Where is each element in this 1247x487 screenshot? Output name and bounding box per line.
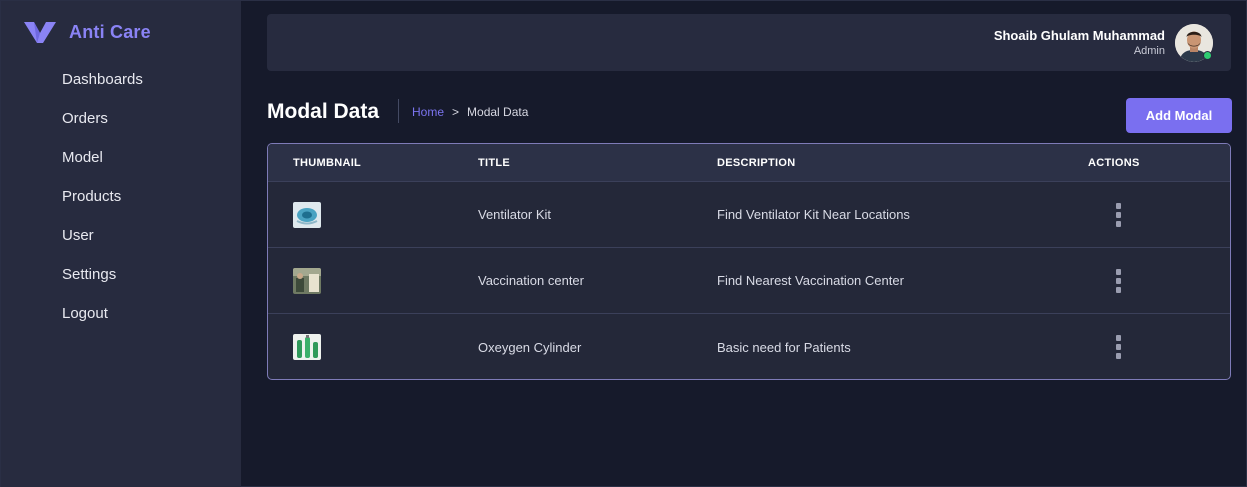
brand-logo-icon [24, 22, 56, 43]
table-header: THUMBNAIL TITLE DESCRIPTION ACTIONS [268, 144, 1230, 182]
column-header-description: DESCRIPTION [717, 156, 796, 169]
row-title: Oxeygen Cylinder [478, 339, 582, 355]
sidebar-item-products[interactable]: Products [62, 182, 143, 221]
sidebar-item-logout[interactable]: Logout [62, 299, 143, 338]
row-description: Basic need for Patients [717, 339, 851, 355]
user-role: Admin [1133, 45, 1165, 57]
ventilator-kit-thumbnail-icon [293, 201, 321, 228]
online-status-icon [1203, 51, 1212, 60]
sidebar-nav: Dashboards Orders Model Products User Se… [62, 65, 143, 338]
table-row[interactable]: Ventilator Kit Find Ventilator Kit Near … [268, 182, 1230, 248]
add-modal-button[interactable]: Add Modal [1126, 98, 1232, 133]
column-header-thumbnail: THUMBNAIL [293, 156, 362, 169]
column-header-title: TITLE [478, 156, 511, 169]
table-row[interactable]: Vaccination center Find Nearest Vaccinat… [268, 248, 1230, 314]
sidebar-item-model[interactable]: Model [62, 143, 143, 182]
kebab-menu-icon[interactable] [1114, 202, 1122, 227]
column-header-actions: ACTIONS [1088, 156, 1140, 169]
page-title: Modal Data [267, 100, 380, 123]
sidebar-item-settings[interactable]: Settings [62, 260, 143, 299]
kebab-menu-icon[interactable] [1114, 268, 1122, 293]
brand[interactable]: Anti Care [23, 17, 151, 47]
table-row[interactable]: Oxeygen Cylinder Basic need for Patients [268, 314, 1230, 379]
row-description: Find Nearest Vaccination Center [717, 273, 904, 288]
row-thumbnail[interactable] [293, 334, 321, 360]
breadcrumb-home-link[interactable]: Home [412, 104, 444, 120]
row-thumbnail[interactable] [293, 267, 321, 294]
row-description: Find Ventilator Kit Near Locations [717, 207, 910, 222]
modal-data-table: THUMBNAIL TITLE DESCRIPTION ACTIONS Vent… [267, 143, 1231, 380]
sidebar: Anti Care Dashboards Orders Model Produc… [1, 1, 241, 487]
breadcrumb-current: Modal Data [467, 105, 529, 119]
sidebar-item-user[interactable]: User [62, 221, 143, 260]
row-thumbnail[interactable] [293, 201, 321, 228]
breadcrumb-separator: > [452, 105, 460, 119]
user-info[interactable]: Shoaib Ghulam Muhammad Admin [994, 28, 1165, 59]
brand-name: Anti Care [69, 21, 151, 42]
sidebar-item-orders[interactable]: Orders [62, 104, 143, 143]
sidebar-item-dashboards[interactable]: Dashboards [62, 65, 143, 104]
vaccination-center-thumbnail-icon [293, 267, 321, 294]
title-divider [398, 99, 399, 123]
kebab-menu-icon[interactable] [1114, 335, 1122, 359]
oxygen-cylinder-thumbnail-icon [293, 334, 321, 360]
user-name: Shoaib Ghulam Muhammad [993, 28, 1165, 43]
row-title: Ventilator Kit [478, 207, 551, 222]
row-title: Vaccination center [478, 273, 584, 288]
top-bar: Shoaib Ghulam Muhammad Admin [267, 14, 1231, 71]
breadcrumb: Home > Modal Data [412, 104, 528, 120]
